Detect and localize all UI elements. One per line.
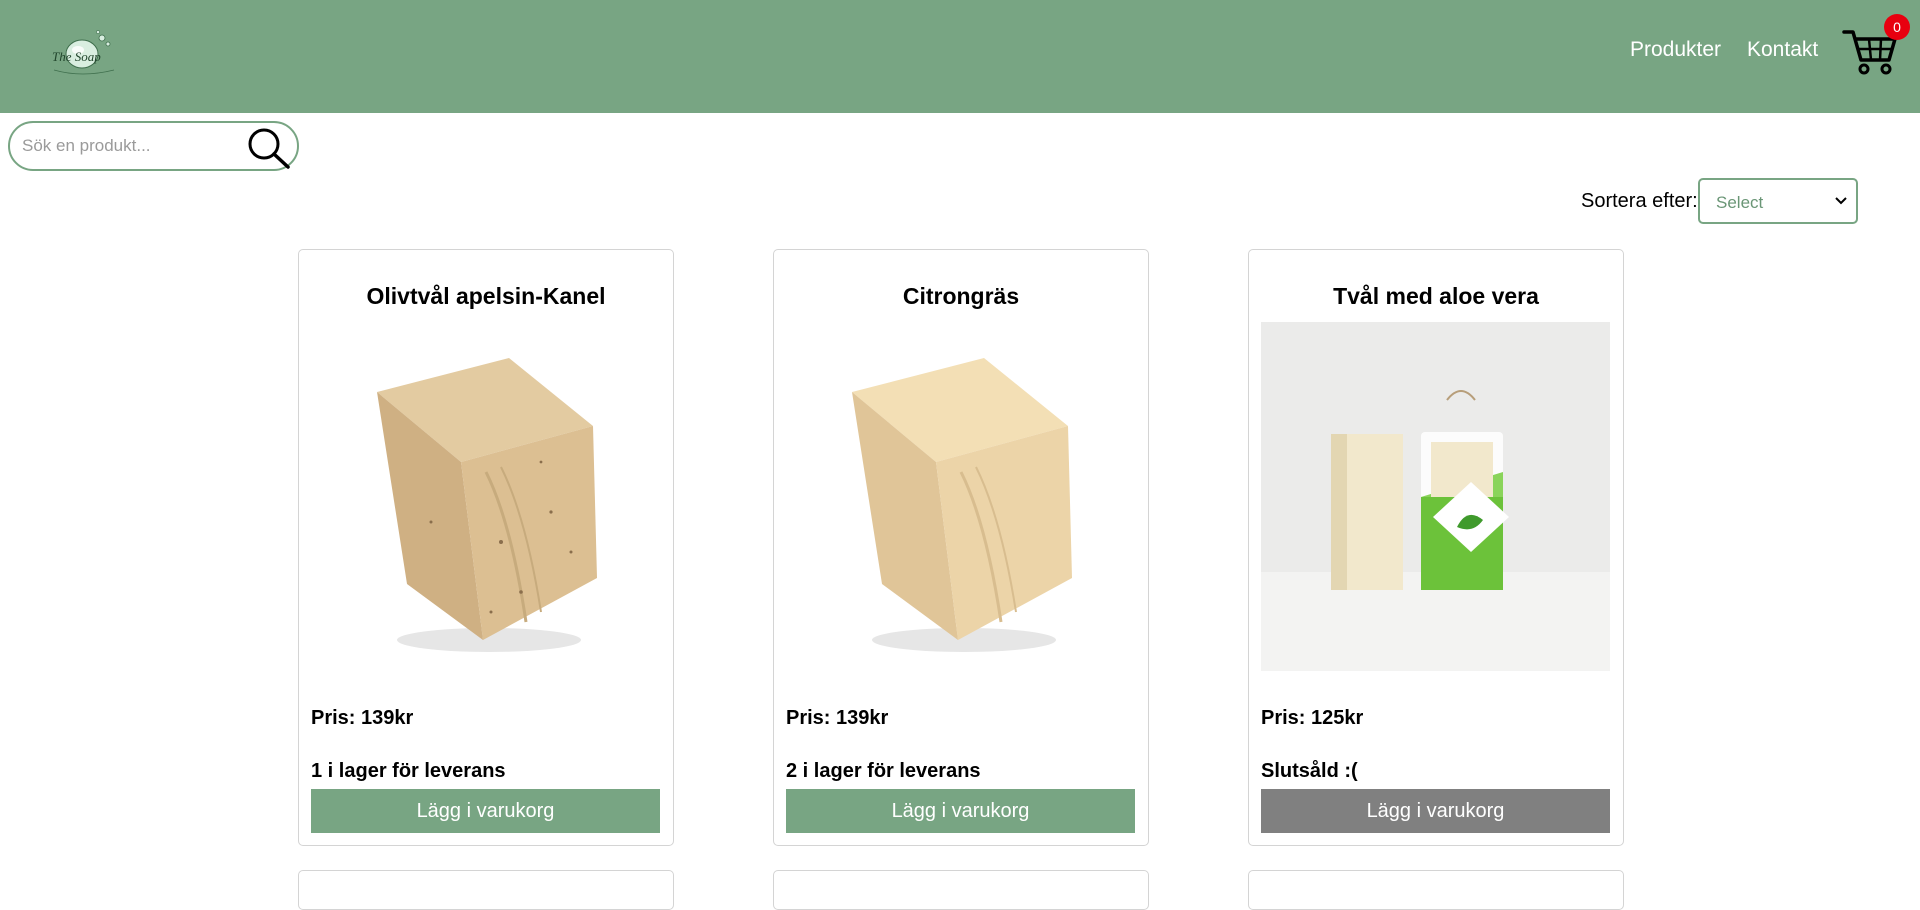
sort-select[interactable]: Select [1698,178,1858,224]
product-image [1261,322,1610,671]
cart-count-badge: 0 [1884,14,1910,40]
product-price: Pris: 139kr [786,707,889,729]
product-price: Pris: 139kr [311,707,414,729]
product-title: Tvål med aloe vera [1333,283,1539,309]
chevron-down-icon [1835,197,1847,205]
product-card: Olivtvål apelsin-Kanel Pris: 139kr 1 i l… [298,249,674,846]
search-bar [8,121,299,171]
sort-label: Sortera efter: [1581,190,1698,212]
product-image [786,322,1135,671]
search-icon[interactable] [246,126,292,170]
add-to-cart-button[interactable]: Lägg i varukorg [311,789,660,833]
svg-text:The Soap: The Soap [52,49,101,64]
nav-products-link[interactable]: Produkter [1630,38,1721,62]
sort-selected-value: Select [1716,193,1764,212]
product-image [311,322,660,671]
product-card-partial [298,870,674,910]
product-title: Olivtvål apelsin-Kanel [366,283,606,309]
add-to-cart-button[interactable]: Lägg i varukorg [786,789,1135,833]
logo[interactable]: The Soap [44,28,122,80]
product-stock: Slutsåld :( [1261,760,1358,782]
product-card: Tvål med aloe vera Pris: 125kr Slutsåld … [1248,249,1624,846]
product-card: Citrongräs Pris: 139kr 2 i lager för lev… [773,249,1149,846]
product-title: Citrongräs [902,283,1020,309]
product-card-partial [1248,870,1624,910]
product-card-partial [773,870,1149,910]
soap-logo-icon: The Soap [52,30,115,75]
nav-contact-link[interactable]: Kontakt [1747,38,1818,62]
add-to-cart-button[interactable]: Lägg i varukorg [1261,789,1610,833]
product-stock: 1 i lager för leverans [311,760,506,782]
aloe-soap-photo [1261,322,1610,671]
search-input[interactable] [22,133,242,159]
site-header: The Soap Produkter Kontakt 0 [0,0,1920,113]
soap-bar-image [852,358,1072,652]
product-stock: 2 i lager för leverans [786,760,981,782]
product-price: Pris: 125kr [1261,707,1364,729]
soap-bar-image [377,358,597,652]
